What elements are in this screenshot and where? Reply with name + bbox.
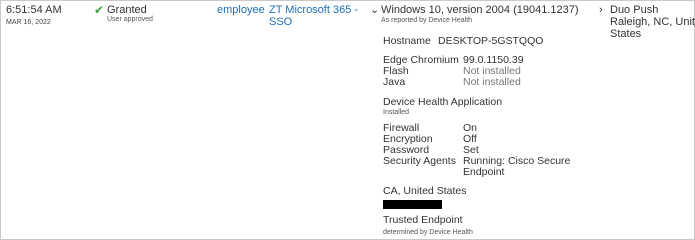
timestamp-date: MAR 16, 2022 (6, 19, 51, 26)
result-detail: User approved (107, 16, 153, 23)
security-label-agents: Security Agents (383, 155, 456, 167)
application-link-line2[interactable]: SSO (269, 16, 292, 29)
chevron-right-icon[interactable]: › (599, 4, 603, 16)
trusted-endpoint-title: Trusted Endpoint (383, 214, 463, 226)
hostname-value: DESKTOP-5GSTQQO (438, 35, 544, 47)
software-label-java: Java (383, 76, 406, 88)
hostname-label: Hostname (383, 35, 431, 47)
device-os-source: As reported by Device Health (381, 17, 473, 24)
check-icon: ✔ (94, 3, 105, 17)
software-value-java: Not installed (463, 76, 521, 88)
auth-log-row: 6:51:54 AM MAR 16, 2022 ✔ Granted User a… (0, 0, 695, 240)
redacted-ip (383, 200, 442, 209)
dha-status: Installed (383, 109, 410, 116)
user-link[interactable]: employee (217, 4, 265, 17)
security-value-agents-cont: Endpoint (463, 166, 505, 178)
device-location: CA, United States (383, 185, 467, 197)
chevron-down-icon[interactable]: ⌄ (370, 4, 379, 16)
timestamp-time: 6:51:54 AM (6, 4, 62, 16)
trusted-endpoint-source: determined by Device Health (383, 229, 473, 236)
dha-title: Device Health Application (383, 96, 503, 108)
factor-location-country: States (610, 28, 642, 40)
